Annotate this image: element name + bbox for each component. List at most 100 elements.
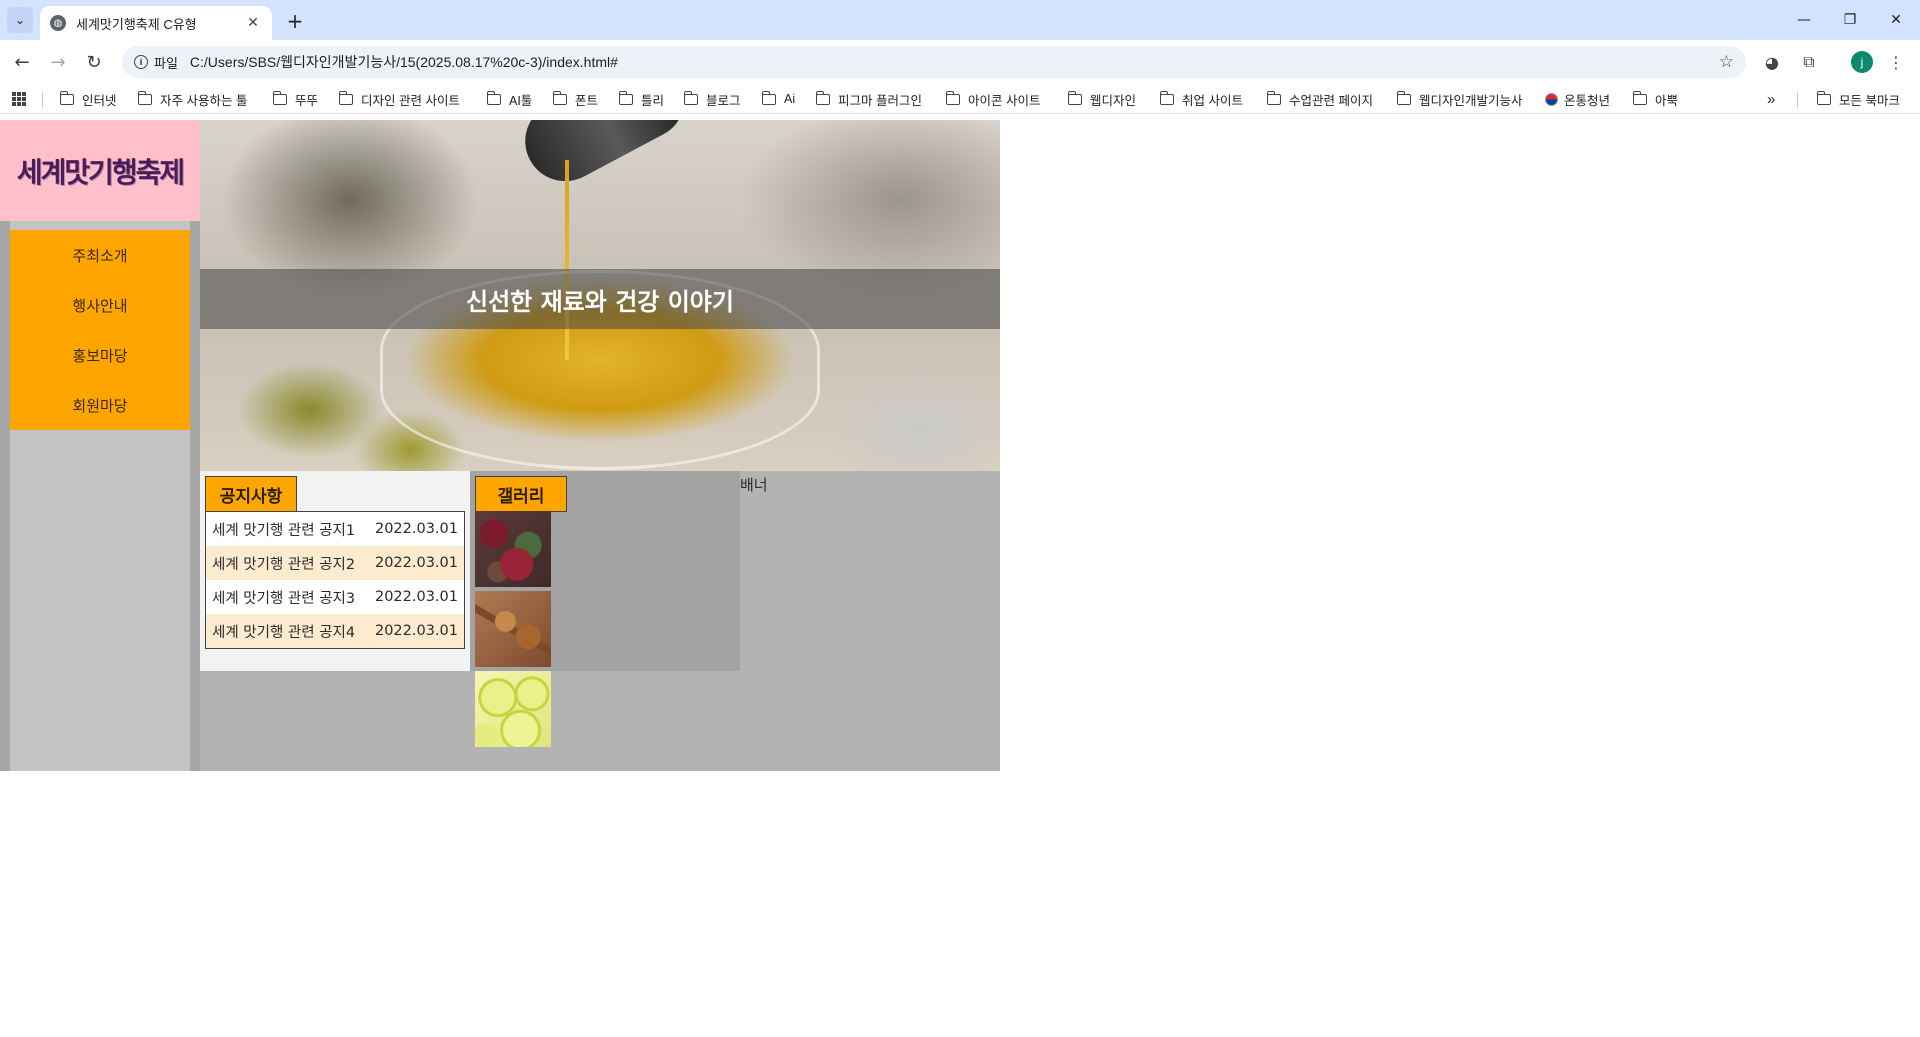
globe-icon: ◍	[50, 15, 66, 31]
tab-search-button[interactable]: ⌄	[7, 7, 33, 33]
folder-icon	[59, 90, 74, 105]
logo[interactable]: 세계맛기행축제	[0, 120, 200, 221]
folder-icon	[815, 90, 830, 105]
notice-list: 세계 맛기행 관련 공지1 2022.03.01 세계 맛기행 관련 공지2 202…	[205, 511, 465, 649]
bookmark-item[interactable]: 틀리	[618, 90, 665, 108]
back-arrow-icon[interactable]: ←	[8, 48, 36, 76]
bookmark-item[interactable]: 자주 사용하는 툴	[137, 90, 248, 108]
new-tab-button[interactable]: +	[282, 8, 308, 34]
extension-globe-icon[interactable]: ◕	[1760, 50, 1784, 74]
notice-date: 2022.03.01	[374, 589, 458, 605]
bookmark-label: 폰트	[575, 93, 599, 108]
folder-icon	[683, 90, 698, 105]
bookmark-separator	[42, 92, 43, 108]
folder-icon	[1266, 90, 1281, 105]
bookmark-item[interactable]: 취업 사이트	[1159, 90, 1243, 108]
menu-item-host[interactable]: 주최소개	[10, 230, 190, 280]
folder-icon	[761, 90, 776, 105]
notice-title: 세계 맛기행 관련 공지2	[212, 556, 356, 573]
bookmark-star-icon[interactable]: ☆	[1719, 52, 1734, 72]
site-info-chip[interactable]: i 파일	[134, 53, 178, 72]
bookmark-item[interactable]: 블로그	[683, 90, 741, 108]
bookmark-item[interactable]: 인터넷	[59, 90, 117, 108]
bookmark-item[interactable]: 온통청년	[1545, 90, 1610, 108]
bookmark-item[interactable]: 디자인 관련 사이트	[338, 90, 460, 108]
window-close-icon[interactable]: ✕	[1873, 0, 1919, 40]
more-menu-icon[interactable]: ⋮	[1884, 50, 1908, 74]
bookmarks-bar: 인터넷 자주 사용하는 툴 뚜뚜 디자인 관련 사이트 AI툴 폰트 틀리 블로…	[0, 84, 1920, 114]
reload-icon[interactable]: ↻	[80, 48, 108, 76]
bookmark-label: 피그마 플러그인	[838, 93, 922, 108]
url-text[interactable]: C:/Users/SBS/웹디자인개발기능사/15(2025.08.17%20c…	[190, 52, 1719, 72]
bookmarks-overflow-button[interactable]: »	[1767, 90, 1775, 108]
bookmark-label: 수업관련 페이지	[1289, 93, 1373, 108]
forward-arrow-icon[interactable]: →	[44, 48, 72, 76]
bookmark-item[interactable]: 아이콘 사이트	[945, 90, 1041, 108]
bookmark-item[interactable]: 웹디자인	[1067, 90, 1137, 108]
bookmark-label: 웹디자인	[1090, 93, 1137, 108]
bookmark-label: 틀리	[641, 93, 665, 108]
page-wrapper: 세계맛기행축제 주최소개 행사안내 홍보마당 회원마당 신선한 재료와 건강 이…	[0, 120, 1000, 771]
menu-item-promo[interactable]: 홍보마당	[10, 330, 190, 380]
profile-avatar[interactable]: j	[1851, 51, 1873, 73]
extensions-puzzle-icon[interactable]: ⧉	[1797, 50, 1821, 74]
folder-icon	[1159, 90, 1174, 105]
bookmark-label: 온통청년	[1564, 93, 1611, 108]
chevron-down-icon: ⌄	[14, 13, 26, 27]
hero-caption-band: 신선한 재료와 건강 이야기	[200, 269, 1000, 329]
banner-section[interactable]: 배너	[740, 471, 1000, 771]
menu-item-members[interactable]: 회원마당	[10, 380, 190, 430]
folder-icon	[1632, 90, 1647, 105]
bookmark-label: 웹디자인개발기능사	[1419, 93, 1523, 108]
notice-item[interactable]: 세계 맛기행 관련 공지3 2022.03.01	[206, 580, 464, 614]
gallery-image-spices[interactable]	[475, 511, 551, 587]
info-icon: i	[134, 55, 148, 69]
bookmark-label: 아이콘 사이트	[968, 93, 1041, 108]
bookmark-item[interactable]: 폰트	[552, 90, 599, 108]
notice-item[interactable]: 세계 맛기행 관련 공지4 2022.03.01	[206, 614, 464, 648]
bookmark-item[interactable]: AI툴	[486, 90, 532, 108]
gallery-image-cinnamon[interactable]	[475, 591, 551, 667]
hero-slide: 신선한 재료와 건강 이야기	[200, 120, 1000, 471]
sidebar: 세계맛기행축제 주최소개 행사안내 홍보마당 회원마당	[0, 120, 200, 771]
notice-item[interactable]: 세계 맛기행 관련 공지1 2022.03.01	[206, 512, 464, 546]
menu-item-event[interactable]: 행사안내	[10, 280, 190, 330]
notice-date: 2022.03.01	[374, 521, 458, 537]
notice-tab[interactable]: 공지사항	[205, 476, 297, 512]
minimize-icon[interactable]: —	[1781, 0, 1827, 40]
folder-icon	[272, 90, 287, 105]
main-menu: 주최소개 행사안내 홍보마당 회원마당	[10, 230, 190, 430]
folder-icon	[1816, 90, 1831, 105]
bookmark-label: 모든 북마크	[1839, 93, 1900, 108]
gallery-tab[interactable]: 갤러리	[475, 476, 567, 512]
apps-grid-icon[interactable]	[12, 92, 26, 106]
logo-text: 세계맛기행축제	[16, 155, 185, 189]
hero-caption: 신선한 재료와 건강 이야기	[466, 287, 734, 316]
notice-item[interactable]: 세계 맛기행 관련 공지2 2022.03.01	[206, 546, 464, 580]
notice-title: 세계 맛기행 관련 공지4	[212, 624, 356, 641]
all-bookmarks-item[interactable]: 모든 북마크	[1816, 90, 1900, 108]
browser-tab-active[interactable]: ◍ 세계맛기행축제 C유형 ✕	[40, 6, 272, 40]
bookmark-label: Ai	[784, 92, 796, 106]
bookmark-item[interactable]: 웹디자인개발기능사	[1396, 90, 1523, 108]
gallery-image-lime[interactable]	[475, 671, 551, 747]
restore-icon[interactable]: ❐	[1827, 0, 1873, 40]
folder-icon	[945, 90, 960, 105]
tab-title: 세계맛기행축제 C유형	[76, 16, 197, 32]
folder-icon	[1067, 90, 1082, 105]
bookmark-item[interactable]: Ai	[761, 90, 796, 108]
folder-icon	[1396, 90, 1411, 105]
tab-close-icon[interactable]: ✕	[244, 15, 262, 31]
bookmark-item[interactable]: 수업관련 페이지	[1266, 90, 1373, 108]
bookmark-label: 자주 사용하는 툴	[160, 93, 248, 108]
folder-icon	[618, 90, 633, 105]
bookmark-item[interactable]: 뚜뚜	[272, 90, 318, 108]
browser-tab-bar: ⌄ ◍ 세계맛기행축제 C유형 ✕ + — ❐ ✕	[0, 0, 1920, 40]
bookmark-label: 취업 사이트	[1182, 93, 1243, 108]
folder-icon	[338, 90, 353, 105]
bookmark-label: 블로그	[706, 93, 741, 108]
bookmark-item[interactable]: 피그마 플러그인	[815, 90, 922, 108]
bookmark-item[interactable]: 아뿍	[1632, 90, 1678, 108]
address-bar[interactable]: i 파일 C:/Users/SBS/웹디자인개발기능사/15(2025.08.1…	[122, 46, 1746, 78]
olive-oil-bottle	[511, 120, 699, 196]
